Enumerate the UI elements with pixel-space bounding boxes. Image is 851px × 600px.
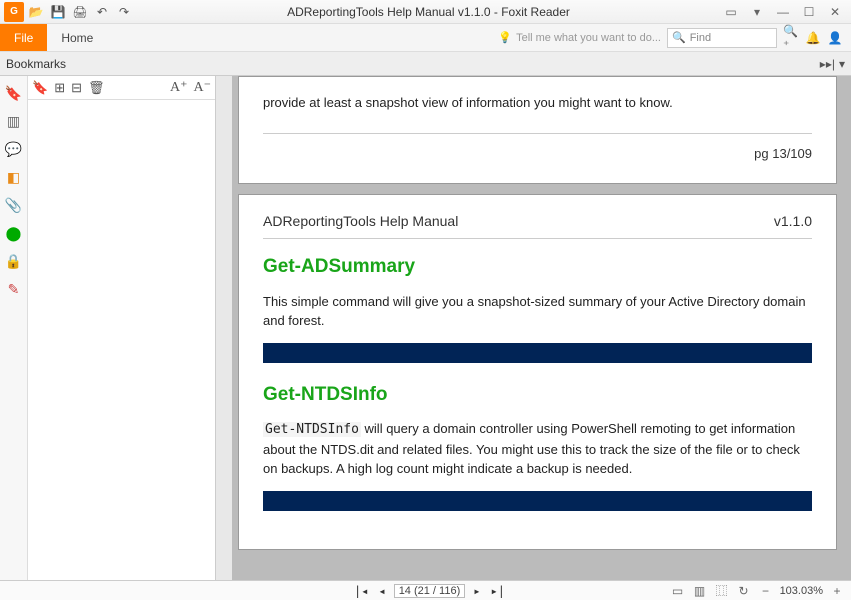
document-viewport[interactable]: provide at least a snapshot view of info…	[216, 76, 851, 580]
first-page-button[interactable]: |◂	[352, 584, 370, 598]
doc-header-version: v1.1.0	[774, 211, 812, 232]
next-page-button[interactable]: ▸	[471, 584, 482, 598]
zoom-in-button[interactable]: +	[829, 583, 845, 599]
comments-panel-icon[interactable]: 💬	[5, 140, 23, 158]
save-icon[interactable]: 💾	[48, 2, 68, 22]
page13-trailing-text: provide at least a snapshot view of info…	[263, 93, 812, 113]
redo-icon[interactable]: ↷	[114, 2, 134, 22]
codeblock-ntdsinfo	[263, 491, 812, 511]
lock-icon[interactable]: 🔒	[5, 252, 23, 270]
new-bookmark-icon[interactable]: 🔖	[32, 80, 48, 96]
window-title: ADReportingTools Help Manual v1.1.0 - Fo…	[134, 5, 723, 19]
text-size-up-icon[interactable]: A⁺	[170, 79, 188, 96]
advanced-search-icon[interactable]: 🔍⁺	[783, 30, 799, 46]
security-panel-icon[interactable]: ⬤	[5, 224, 23, 242]
ribbon: File Home 💡 Tell me what you want to do.…	[0, 24, 851, 52]
ribbon-toggle-icon[interactable]: ▭	[723, 4, 739, 20]
codeblock-adsummary	[263, 343, 812, 363]
tab-file[interactable]: File	[0, 24, 47, 51]
find-input[interactable]: 🔍 Find	[667, 28, 777, 48]
expand-all-icon[interactable]: ⊞	[54, 80, 65, 96]
minimize-icon[interactable]: —	[775, 4, 791, 20]
tab-home[interactable]: Home	[47, 24, 107, 51]
view-mode-3-icon[interactable]: ⿲	[714, 583, 730, 599]
view-mode-2-icon[interactable]: ▥	[692, 583, 708, 599]
search-icon: 🔍	[672, 31, 686, 44]
open-icon[interactable]: 📂	[26, 2, 46, 22]
view-mode-1-icon[interactable]: ▭	[670, 583, 686, 599]
page-number-input[interactable]: 14 (21 / 116)	[394, 584, 466, 598]
undo-icon[interactable]: ↶	[92, 2, 112, 22]
user-icon[interactable]: 👤	[827, 30, 843, 46]
heading-get-adsummary: Get-ADSummary	[263, 253, 812, 282]
heading-get-ntdsinfo: Get-NTDSInfo	[263, 381, 812, 410]
help-icon[interactable]: ▾	[749, 4, 765, 20]
layers-panel-icon[interactable]: ◧	[5, 168, 23, 186]
maximize-icon[interactable]: ☐	[801, 4, 817, 20]
delete-bookmark-icon[interactable]: 🗑	[88, 80, 105, 96]
inline-code-ntdsinfo: Get-NTDSInfo	[263, 422, 361, 437]
bookmarks-header: Bookmarks ▸▸| ▾	[0, 52, 851, 76]
status-bar: |◂ ◂ 14 (21 / 116) ▸ ▸| ▭ ▥ ⿲ ↻ − 103.03…	[0, 580, 851, 600]
para-ntdsinfo: Get-NTDSInfo will query a domain control…	[263, 419, 812, 479]
pages-panel-icon[interactable]: ▥	[5, 112, 23, 130]
attachments-panel-icon[interactable]: 📎	[5, 196, 23, 214]
doc-header-title: ADReportingTools Help Manual	[263, 211, 458, 232]
notification-icon[interactable]: 🔔	[805, 30, 821, 46]
tell-me-input[interactable]: 💡 Tell me what you want to do...	[498, 31, 661, 44]
bulb-icon: 💡	[498, 31, 512, 44]
bookmarks-pane: 🔖 ⊞ ⊟ 🗑 A⁺ A⁻	[28, 76, 216, 580]
panel-menu-icon[interactable]: ▾	[839, 57, 845, 71]
bookmarks-title: Bookmarks	[6, 57, 66, 71]
last-page-button[interactable]: ▸|	[488, 584, 506, 598]
zoom-level: 103.03%	[780, 585, 823, 597]
collapse-all-icon[interactable]: ⊟	[71, 80, 82, 96]
page-13: provide at least a snapshot view of info…	[238, 76, 837, 184]
page-number-13: pg 13/109	[263, 144, 812, 164]
bookmarks-panel-icon[interactable]: 🔖	[5, 84, 23, 102]
bookmarks-toolbar: 🔖 ⊞ ⊟ 🗑 A⁺ A⁻	[28, 76, 215, 100]
tell-me-placeholder: Tell me what you want to do...	[516, 32, 661, 44]
prev-page-button[interactable]: ◂	[376, 584, 387, 598]
collapse-panel-icon[interactable]: ▸▸|	[820, 57, 835, 71]
page-14: ADReportingTools Help Manual v1.1.0 Get-…	[238, 194, 837, 550]
para-adsummary: This simple command will give you a snap…	[263, 292, 812, 331]
view-mode-4-icon[interactable]: ↻	[736, 583, 752, 599]
title-bar: G 📂 💾 🖨 ↶ ↷ ADReportingTools Help Manual…	[0, 0, 851, 24]
zoom-out-button[interactable]: −	[758, 583, 774, 599]
text-size-down-icon[interactable]: A⁻	[194, 79, 212, 96]
signature-panel-icon[interactable]: ✎	[5, 280, 23, 298]
app-icon: G	[4, 2, 24, 22]
find-placeholder: Find	[690, 32, 711, 44]
close-icon[interactable]: ✕	[827, 4, 843, 20]
left-icon-bar: 🔖 ▥ 💬 ◧ 📎 ⬤ 🔒 ✎	[0, 76, 28, 580]
bookmarks-tree[interactable]	[28, 100, 215, 580]
print-icon[interactable]: 🖨	[70, 2, 90, 22]
